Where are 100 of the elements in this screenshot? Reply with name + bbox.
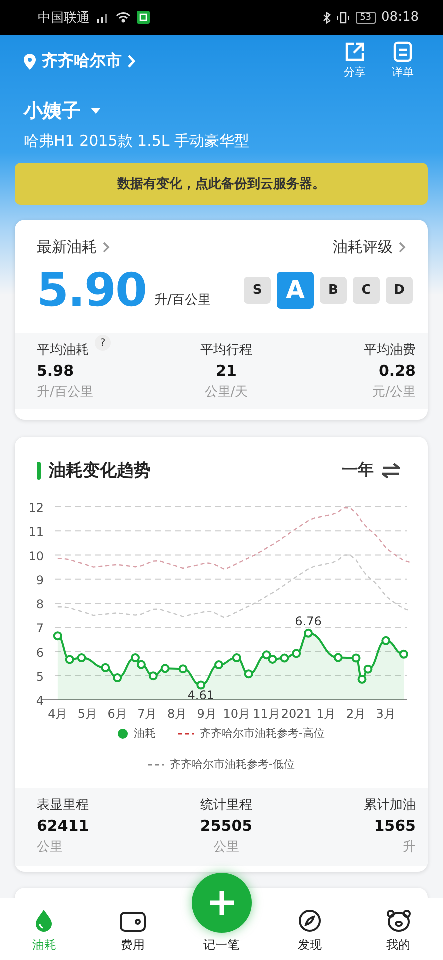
axis-label: 11月 (253, 707, 280, 721)
data-point (364, 664, 373, 674)
latest-link[interactable]: 最新油耗 (37, 238, 110, 257)
app-icon (137, 11, 150, 24)
stat-label: 统计里程 (200, 797, 252, 814)
axis-label: 9 (36, 573, 44, 588)
axis-label: 3月 (376, 707, 396, 721)
nav-tab[interactable]: 发现 (266, 898, 354, 960)
grade-tag: S (244, 276, 271, 304)
axis-label: 4月 (48, 707, 68, 721)
axis-label: 10 (28, 549, 44, 564)
add-record-tab[interactable]: 记一笔 (203, 937, 240, 954)
axis-label: 7 (36, 622, 44, 636)
stat-value: 5.98 (37, 362, 74, 380)
list-icon (393, 41, 413, 63)
axis-label: 2021 (281, 707, 312, 721)
clock: 08:18 (382, 10, 419, 25)
legend-dash-icon (178, 732, 194, 736)
wifi-icon (116, 12, 131, 23)
nav-tab[interactable]: 费用 (88, 898, 178, 960)
stat-value: 21 (216, 362, 237, 380)
help-button[interactable]: ? (95, 335, 111, 351)
stat-unit: 升/百公里 (37, 384, 94, 401)
bluetooth-icon (323, 12, 332, 24)
chevron-icon (128, 55, 136, 68)
dropdown-icon (91, 108, 101, 114)
section-title: 油耗变化趋势 (49, 460, 151, 482)
data-point (334, 653, 343, 662)
stat-value: 1565 (374, 817, 416, 835)
legend-dot-icon (118, 728, 128, 738)
data-point (113, 674, 122, 683)
swap-icon (382, 462, 400, 478)
axis-label: 11 (28, 525, 44, 540)
location-pin-icon (24, 54, 36, 70)
data-point (358, 675, 367, 684)
latest-value: 5.90 (37, 263, 146, 317)
wallet-icon (120, 911, 146, 933)
grade-tag: C (353, 276, 380, 304)
stat-label: 表显里程 (37, 797, 89, 814)
vibrate-icon (337, 12, 350, 24)
data-point (65, 655, 74, 664)
grade-tag: D (386, 276, 413, 304)
axis-label: 4 (36, 694, 44, 708)
data-point (232, 654, 242, 663)
rating-link[interactable]: 油耗评级 (333, 238, 406, 257)
stat-label: 累计加油 (364, 797, 416, 814)
grade-tag: A (277, 272, 314, 308)
data-point (136, 660, 146, 670)
axis-label: 8月 (167, 707, 188, 721)
stat-label: 平均油费 (364, 342, 416, 359)
axis-label: 6 (36, 646, 44, 660)
grade-tag: B (320, 276, 347, 304)
signal-icon (96, 12, 110, 23)
data-point (178, 664, 188, 674)
axis-label: 12 (28, 501, 44, 515)
data-point (53, 632, 62, 641)
legend-item: 油耗 (118, 726, 156, 741)
axis-label: 2月 (346, 707, 366, 721)
data-point (268, 654, 278, 664)
data-point (400, 650, 409, 659)
axis-label: 1月 (316, 707, 336, 721)
add-button[interactable] (192, 873, 252, 933)
data-point (214, 660, 224, 670)
data-point (131, 654, 140, 663)
share-icon (344, 41, 366, 63)
battery-level: 53 (356, 12, 376, 24)
stat-unit: 元/公里 (372, 384, 416, 401)
stat-unit: 公里 (213, 839, 240, 856)
data-point (196, 680, 206, 690)
stat-value: 0.28 (378, 362, 416, 380)
axis-label: 10月 (223, 707, 251, 721)
data-point (280, 654, 290, 663)
data-point (292, 649, 302, 658)
axis-label: 8 (36, 598, 44, 612)
stat-label: 平均行程 (200, 342, 252, 359)
compass-icon (298, 909, 322, 933)
data-point (160, 664, 170, 674)
axis-label: 5月 (78, 707, 98, 721)
nav-tab[interactable]: 我的 (354, 898, 443, 960)
stat-value: 25505 (200, 817, 253, 835)
backup-banner[interactable]: 数据有变化，点此备份到云服务器。 (15, 163, 428, 205)
stat-value: 62411 (37, 817, 90, 835)
value-label: 6.76 (295, 614, 322, 628)
carrier-name: 中国联通 (38, 10, 90, 26)
data-point (382, 636, 391, 646)
axis-label: 9月 (197, 707, 217, 721)
legend-item: 齐齐哈尔市油耗参考-低位 (148, 757, 295, 772)
value-label: 4.61 (188, 688, 214, 702)
period-selector[interactable]: 一年 (342, 460, 374, 481)
data-point (262, 650, 272, 660)
data-point (148, 672, 158, 681)
data-point (244, 670, 254, 679)
data-point (101, 663, 110, 672)
car-model: 哈弗H1 2015款 1.5L 手动豪华型 (24, 132, 251, 151)
stat-unit: 升 (403, 839, 416, 856)
stat-unit: 公里 (37, 839, 63, 856)
bear-icon (386, 909, 412, 933)
chevron-icon (103, 242, 110, 253)
unit-label: 升/百公里 (154, 292, 211, 309)
data-point (352, 654, 361, 663)
